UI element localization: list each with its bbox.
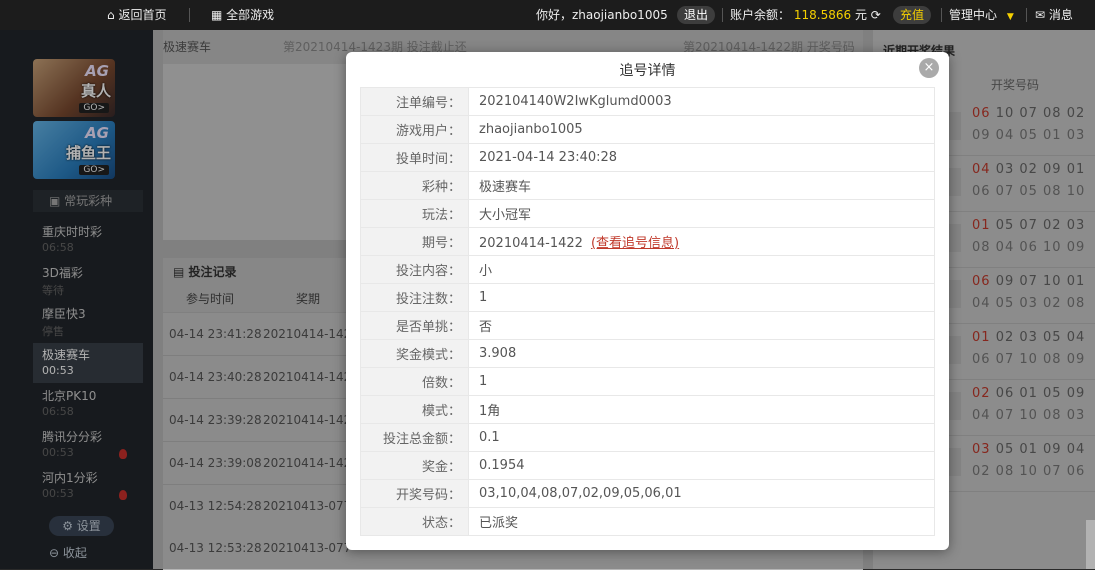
detail-row: 投注总金额： 0.1 — [360, 423, 935, 452]
field-value: 0.1 — [468, 423, 935, 452]
view-chase-info-link[interactable]: (查看追号信息) — [591, 236, 679, 251]
field-label: 游戏用户： — [360, 115, 469, 144]
field-value: 03,10,04,08,07,02,09,05,06,01 — [468, 479, 935, 508]
field-label: 是否单挑： — [360, 311, 469, 340]
detail-row: 奖金： 0.1954 — [360, 451, 935, 480]
field-label: 状态： — [360, 507, 469, 536]
detail-table: 注单编号： 202104140W2IwKglumd0003 游戏用户： zhaoji… — [360, 87, 935, 536]
recharge-button[interactable]: 充值 — [893, 0, 932, 30]
home-link[interactable]: ⌂ 返回首页 — [107, 0, 166, 30]
field-value: 20210414-1422 (查看追号信息) — [468, 227, 935, 256]
divider — [189, 8, 190, 22]
greeting: 你好，zhaojianbo1005 — [536, 8, 668, 22]
home-icon: ⌂ — [107, 8, 115, 22]
grid-icon: ▦ — [211, 8, 223, 22]
top-bar: ⌂ 返回首页 ▦ 全部游戏 你好，zhaojianbo1005 退出 账户余额：… — [0, 0, 1095, 30]
balance-unit: 元 — [854, 8, 867, 22]
detail-row: 注单编号： 202104140W2IwKglumd0003 — [360, 87, 935, 116]
field-label: 玩法： — [360, 199, 469, 228]
field-value: 1 — [468, 283, 935, 312]
refresh-icon[interactable]: ⟳ — [871, 8, 881, 22]
detail-row: 期号： 20210414-1422 (查看追号信息) — [360, 227, 935, 256]
detail-row: 投注注数： 1 — [360, 283, 935, 312]
field-label: 模式： — [360, 395, 469, 424]
field-label: 奖金模式： — [360, 339, 469, 368]
home-label: 返回首页 — [118, 8, 167, 22]
field-label: 倍数： — [360, 367, 469, 396]
field-value: 2021-04-14 23:40:28 — [468, 143, 935, 172]
field-label: 投注注数： — [360, 283, 469, 312]
all-games-link[interactable]: ▦ 全部游戏 — [211, 0, 274, 30]
field-label: 投注总金额： — [360, 423, 469, 452]
field-value: 1 — [468, 367, 935, 396]
message-link[interactable]: ✉ 消息 — [1035, 0, 1073, 30]
divider — [722, 8, 723, 22]
dialog-title: 追号详情 — [619, 63, 676, 79]
mail-icon: ✉ — [1035, 8, 1046, 22]
recharge-label: 充值 — [893, 6, 932, 24]
detail-row: 模式： 1角 — [360, 395, 935, 424]
detail-row: 状态： 已派奖 — [360, 507, 935, 536]
chase-detail-dialog: 追号详情 × 注单编号： 202104140W2IwKglumd0003 游戏用户… — [346, 52, 949, 550]
field-value: 已派奖 — [468, 507, 935, 536]
chevron-down-icon: ▼ — [1006, 12, 1014, 22]
detail-row: 投注内容：小 — [360, 255, 935, 284]
field-value: 小 — [468, 255, 935, 284]
message-label: 消息 — [1048, 8, 1073, 22]
field-label: 奖金： — [360, 451, 469, 480]
field-label: 期号： — [360, 227, 469, 256]
field-label: 开奖号码： — [360, 479, 469, 508]
field-value: zhaojianbo1005 — [468, 115, 935, 144]
field-label: 投注内容： — [360, 255, 469, 284]
field-label: 注单编号： — [360, 87, 469, 116]
detail-row: 是否单挑：否 — [360, 311, 935, 340]
manage-label: 管理中心 — [949, 8, 998, 22]
field-value: 1角 — [468, 395, 935, 424]
field-value: 0.1954 — [468, 451, 935, 480]
detail-row: 彩种： 极速赛车 — [360, 171, 935, 200]
detail-row: 玩法： 大小冠军 — [360, 199, 935, 228]
balance: 账户余额： 118.5866 元 ⟳ — [730, 0, 881, 30]
field-value: 3.908 — [468, 339, 935, 368]
close-icon[interactable]: × — [919, 58, 939, 78]
field-value: 极速赛车 — [468, 171, 935, 200]
detail-row: 游戏用户： zhaojianbo1005 — [360, 115, 935, 144]
logout-label: 退出 — [677, 6, 716, 24]
balance-label: 账户余额： — [730, 8, 791, 22]
balance-value: 118.5866 — [793, 8, 852, 22]
field-value: 202104140W2IwKglumd0003 — [468, 87, 935, 116]
field-label: 投单时间： — [360, 143, 469, 172]
field-value: 大小冠军 — [468, 199, 935, 228]
detail-row: 奖金模式： 3.908 — [360, 339, 935, 368]
detail-row: 倍数： 1 — [360, 367, 935, 396]
logout-button[interactable]: 退出 — [677, 0, 716, 30]
detail-row: 投单时间： 2021-04-14 23:40:28 — [360, 143, 935, 172]
field-value: 否 — [468, 311, 935, 340]
field-label: 彩种： — [360, 171, 469, 200]
divider — [941, 8, 942, 22]
manage-menu[interactable]: 管理中心 ▼ — [949, 0, 1014, 30]
detail-row: 开奖号码： 03,10,04,08,07,02,09,05,06,01 — [360, 479, 935, 508]
issue-number: 20210414-1422 — [479, 236, 583, 251]
all-games-label: 全部游戏 — [226, 8, 275, 22]
divider — [1026, 8, 1027, 22]
